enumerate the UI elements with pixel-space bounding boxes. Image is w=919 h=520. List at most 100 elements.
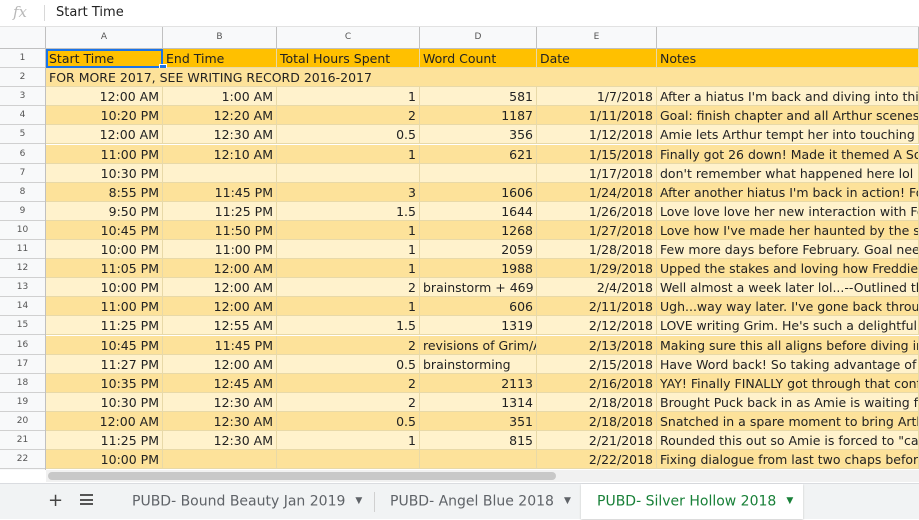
- table-cell[interactable]: Amie lets Arthur tempt her into touching…: [657, 125, 919, 145]
- row-header[interactable]: 4: [0, 106, 45, 126]
- menu-icon[interactable]: [80, 494, 93, 505]
- table-cell[interactable]: 1/11/2018: [537, 106, 657, 126]
- table-cell[interactable]: 10:30 PM: [46, 392, 163, 412]
- table-cell[interactable]: Total Hours Spent: [277, 49, 420, 69]
- table-cell[interactable]: Love love love her new interaction with …: [657, 201, 919, 221]
- table-cell[interactable]: 1/29/2018: [537, 259, 657, 279]
- table-cell[interactable]: Making sure this all aligns before divin…: [657, 335, 919, 355]
- table-cell[interactable]: 11:00 PM: [163, 240, 277, 260]
- table-cell[interactable]: 2/21/2018: [537, 431, 657, 451]
- sheet-tab[interactable]: PUBD- Angel Blue 2018 ▼: [374, 484, 581, 519]
- table-cell[interactable]: 1/12/2018: [537, 125, 657, 145]
- table-cell[interactable]: 10:35 PM: [46, 373, 163, 393]
- table-cell[interactable]: revisions of Grim/A: [420, 335, 537, 355]
- table-cell[interactable]: Well almost a week later lol...--Outline…: [657, 278, 919, 298]
- table-cell[interactable]: 1: [277, 87, 420, 107]
- table-cell[interactable]: 10:20 PM: [46, 106, 163, 126]
- column-header[interactable]: [657, 27, 919, 48]
- table-cell[interactable]: [163, 163, 277, 183]
- row-header[interactable]: 1: [0, 49, 45, 69]
- table-cell[interactable]: Have Word back! So taking advantage of i…: [657, 354, 919, 374]
- caret-down-icon[interactable]: ▼: [786, 484, 793, 519]
- column-header[interactable]: D: [420, 27, 537, 48]
- table-cell[interactable]: 2/16/2018: [537, 373, 657, 393]
- note-cell[interactable]: FOR MORE 2017, SEE WRITING RECORD 2016-2…: [46, 68, 919, 88]
- table-cell[interactable]: 12:20 AM: [163, 106, 277, 126]
- table-cell[interactable]: [420, 450, 537, 470]
- caret-down-icon[interactable]: ▼: [355, 484, 362, 519]
- column-header[interactable]: C: [277, 27, 420, 48]
- table-cell[interactable]: 2: [277, 278, 420, 298]
- table-cell[interactable]: 2/13/2018: [537, 335, 657, 355]
- table-cell[interactable]: 1.5: [277, 316, 420, 336]
- table-cell[interactable]: [163, 450, 277, 470]
- table-cell[interactable]: 12:10 AM: [163, 144, 277, 164]
- table-cell[interactable]: 2/11/2018: [537, 297, 657, 317]
- table-cell[interactable]: 11:05 PM: [46, 259, 163, 279]
- table-cell[interactable]: 1644: [420, 201, 537, 221]
- row-header[interactable]: 12: [0, 259, 45, 279]
- row-header[interactable]: 16: [0, 336, 45, 355]
- table-cell[interactable]: 2/12/2018: [537, 316, 657, 336]
- row-header[interactable]: 19: [0, 393, 45, 412]
- row-header[interactable]: 13: [0, 278, 45, 298]
- table-cell[interactable]: 1/24/2018: [537, 182, 657, 202]
- sheet-tab[interactable]: PUBD- Bound Beauty Jan 2019 ▼: [116, 484, 374, 519]
- table-cell[interactable]: 12:00 AM: [163, 297, 277, 317]
- table-cell[interactable]: 8:55 PM: [46, 182, 163, 202]
- table-cell[interactable]: brainstorming: [420, 354, 537, 374]
- table-cell[interactable]: 2: [277, 335, 420, 355]
- row-header[interactable]: 15: [0, 316, 45, 336]
- table-cell[interactable]: 2/15/2018: [537, 354, 657, 374]
- table-cell[interactable]: 12:30 AM: [163, 392, 277, 412]
- table-cell[interactable]: 12:45 AM: [163, 373, 277, 393]
- row-header[interactable]: 7: [0, 164, 45, 183]
- table-cell[interactable]: 11:00 PM: [46, 144, 163, 164]
- row-header[interactable]: 2: [0, 68, 45, 88]
- table-cell[interactable]: 10:45 PM: [46, 220, 163, 240]
- caret-down-icon[interactable]: ▼: [564, 484, 571, 519]
- table-cell[interactable]: 2/4/2018: [537, 278, 657, 298]
- table-cell[interactable]: 12:00 AM: [163, 278, 277, 298]
- table-cell[interactable]: 356: [420, 125, 537, 145]
- table-cell[interactable]: 2: [277, 373, 420, 393]
- table-cell[interactable]: 1: [277, 431, 420, 451]
- table-cell[interactable]: 10:30 PM: [46, 163, 163, 183]
- table-cell[interactable]: 10:00 PM: [46, 450, 163, 470]
- table-cell[interactable]: Notes: [657, 49, 919, 69]
- row-header[interactable]: 17: [0, 355, 45, 374]
- table-cell[interactable]: YAY! Finally FINALLY got through that co…: [657, 373, 919, 393]
- table-cell[interactable]: 1: [277, 240, 420, 260]
- sheet-tab[interactable]: PUBD- Silver Hollow 2018 ▼: [581, 484, 803, 519]
- plus-icon[interactable]: +: [48, 492, 63, 510]
- table-cell[interactable]: don't remember what happened here lol: [657, 163, 919, 183]
- table-cell[interactable]: [277, 163, 420, 183]
- table-cell[interactable]: 1.5: [277, 201, 420, 221]
- table-cell[interactable]: Rounded this out so Amie is forced to "c…: [657, 431, 919, 451]
- table-cell[interactable]: 12:00 AM: [163, 354, 277, 374]
- table-cell[interactable]: After another hiatus I'm back in action!…: [657, 182, 919, 202]
- table-cell[interactable]: 11:27 PM: [46, 354, 163, 374]
- table-cell[interactable]: 581: [420, 87, 537, 107]
- table-cell[interactable]: 2059: [420, 240, 537, 260]
- table-cell[interactable]: 1:00 AM: [163, 87, 277, 107]
- table-cell[interactable]: Finally got 26 down! Made it themed A So…: [657, 144, 919, 164]
- row-header[interactable]: 21: [0, 431, 45, 451]
- table-cell[interactable]: 2113: [420, 373, 537, 393]
- row-header[interactable]: 14: [0, 297, 45, 317]
- table-cell[interactable]: 10:00 PM: [46, 278, 163, 298]
- table-cell[interactable]: 2/22/2018: [537, 450, 657, 470]
- row-header[interactable]: 6: [0, 145, 45, 164]
- table-cell[interactable]: 10:45 PM: [46, 335, 163, 355]
- table-cell[interactable]: 11:50 PM: [163, 220, 277, 240]
- table-cell[interactable]: 12:00 AM: [163, 259, 277, 279]
- table-cell[interactable]: 606: [420, 297, 537, 317]
- table-cell[interactable]: 1/7/2018: [537, 87, 657, 107]
- row-header[interactable]: 5: [0, 125, 45, 145]
- table-cell[interactable]: 11:25 PM: [163, 201, 277, 221]
- table-cell[interactable]: 1/27/2018: [537, 220, 657, 240]
- table-cell[interactable]: 1314: [420, 392, 537, 412]
- table-cell[interactable]: 1/28/2018: [537, 240, 657, 260]
- row-header[interactable]: 18: [0, 374, 45, 393]
- table-cell[interactable]: Word Count: [420, 49, 537, 69]
